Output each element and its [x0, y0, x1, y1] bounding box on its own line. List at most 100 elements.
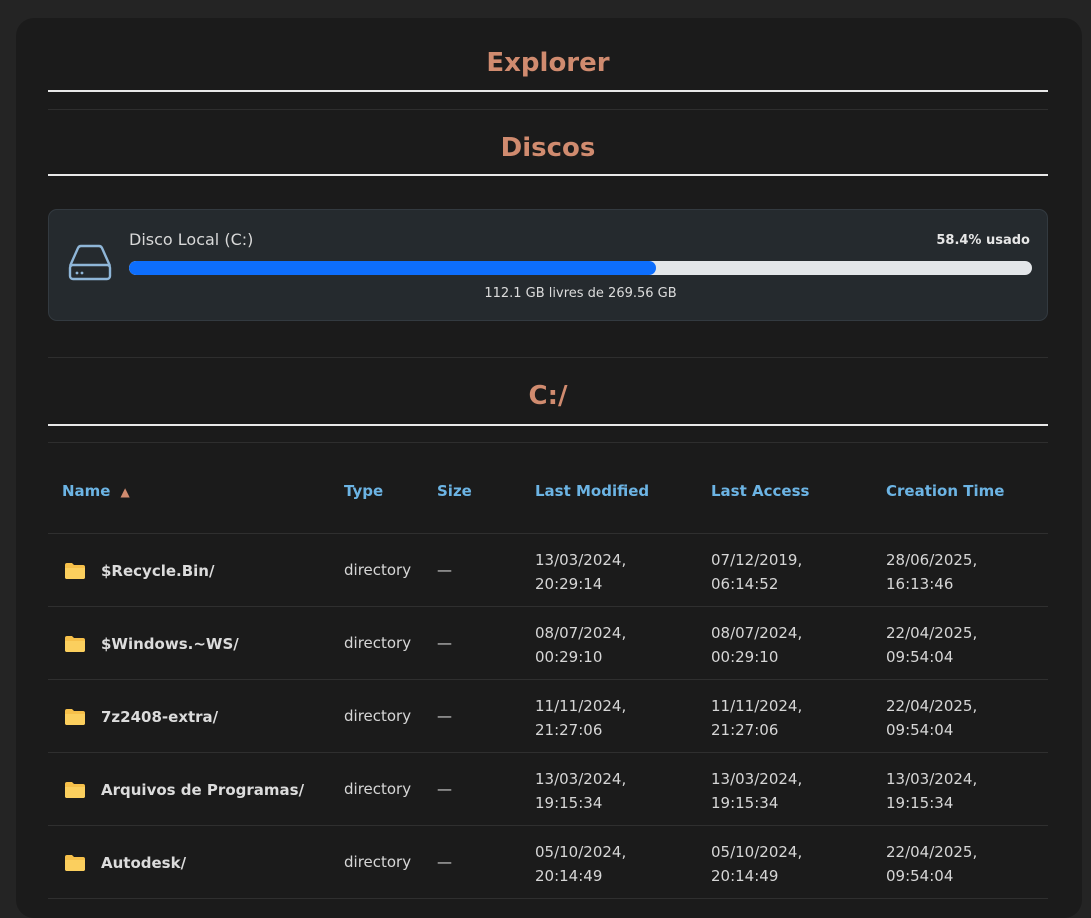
- path-underline: [48, 424, 1048, 426]
- date: 08/07/2024,: [535, 624, 627, 642]
- date: 22/04/2025,: [886, 624, 978, 642]
- file-name: $Recycle.Bin/: [101, 562, 215, 580]
- table-body: $Recycle.Bin/directory — 13/03/2024, 20:29:…: [48, 534, 1048, 899]
- file-type: directory: [344, 561, 412, 579]
- section-divider: [48, 442, 1048, 443]
- time: 20:29:14: [535, 575, 603, 593]
- creation-time: 28/06/2025, 16:13:46: [886, 548, 977, 596]
- disks-section-title: Discos: [500, 133, 596, 163]
- folder-icon: [65, 562, 85, 579]
- column-header-size[interactable]: Size: [437, 482, 472, 500]
- date: 22/04/2025,: [886, 843, 978, 861]
- column-header-label: Name: [62, 482, 111, 500]
- date: 11/11/2024,: [711, 697, 803, 715]
- time: 06:14:52: [711, 575, 779, 593]
- disk-name: Disco Local (C:): [129, 230, 254, 249]
- disk-usage-bar-fill: [129, 261, 657, 275]
- last-modified: 05/10/2024, 20:14:49: [535, 840, 626, 888]
- last-modified: 08/07/2024, 00:29:10: [535, 621, 626, 669]
- disk-usage-bar: [129, 261, 1032, 275]
- last-access: 08/07/2024, 00:29:10: [711, 621, 802, 669]
- time: 21:27:06: [711, 721, 779, 739]
- table-row[interactable]: Autodesk/directory — 05/10/2024, 20:14:49 05…: [48, 826, 1048, 899]
- time: 16:13:46: [886, 575, 954, 593]
- time: 09:54:04: [886, 648, 954, 666]
- time: 09:54:04: [886, 867, 954, 885]
- file-name: Autodesk/: [101, 854, 187, 872]
- title-underline: [48, 90, 1048, 92]
- path-title: C:/: [528, 381, 568, 411]
- time: 19:15:34: [711, 794, 779, 812]
- section-divider: [48, 357, 1048, 358]
- creation-time: 22/04/2025, 09:54:04: [886, 621, 977, 669]
- file-name: $Windows.~WS/: [101, 635, 239, 653]
- date: 13/03/2024,: [886, 770, 978, 788]
- disk-card[interactable]: Disco Local (C:) 58.4% usado 112.1 GB li…: [48, 209, 1048, 321]
- last-access: 13/03/2024, 19:15:34: [711, 767, 802, 815]
- sort-ascending-icon: ▲: [120, 485, 130, 499]
- file-name-link[interactable]: Autodesk/: [65, 854, 186, 872]
- column-header-name[interactable]: Name ▲: [62, 482, 130, 500]
- section-divider: [48, 109, 1048, 110]
- file-size: —: [437, 561, 452, 579]
- folder-icon: [65, 708, 85, 725]
- time: 19:15:34: [886, 794, 954, 812]
- date: 13/03/2024,: [535, 551, 627, 569]
- date: 05/10/2024,: [711, 843, 803, 861]
- table-row[interactable]: Arquivos de Programas/directory — 13/03/20…: [48, 753, 1048, 826]
- time: 00:29:10: [535, 648, 603, 666]
- last-modified: 13/03/2024, 20:29:14: [535, 548, 626, 596]
- creation-time: 13/03/2024, 19:15:34: [886, 767, 977, 815]
- disk-usage-percent: 58.4% usado: [936, 233, 1030, 248]
- column-header-last-access[interactable]: Last Access: [711, 482, 809, 500]
- time: 00:29:10: [711, 648, 779, 666]
- date: 11/11/2024,: [535, 697, 627, 715]
- date: 08/07/2024,: [711, 624, 803, 642]
- folder-icon: [65, 635, 85, 652]
- date: 13/03/2024,: [535, 770, 627, 788]
- last-access: 05/10/2024, 20:14:49: [711, 840, 802, 888]
- time: 21:27:06: [535, 721, 603, 739]
- file-type: directory: [344, 707, 412, 725]
- column-header-type[interactable]: Type: [344, 482, 383, 500]
- file-name: Arquivos de Programas/: [101, 781, 305, 799]
- table-row[interactable]: 7z2408-extra/directory — 11/11/2024, 21:27:…: [48, 680, 1048, 753]
- time: 20:14:49: [535, 867, 603, 885]
- file-size: —: [437, 707, 452, 725]
- last-access: 07/12/2019, 06:14:52: [711, 548, 802, 596]
- file-type: directory: [344, 634, 412, 652]
- file-name-link[interactable]: $Recycle.Bin/: [65, 562, 214, 580]
- date: 28/06/2025,: [886, 551, 978, 569]
- disks-underline: [48, 174, 1048, 176]
- file-size: —: [437, 780, 452, 798]
- date: 05/10/2024,: [535, 843, 627, 861]
- file-name-link[interactable]: $Windows.~WS/: [65, 635, 239, 653]
- date: 07/12/2019,: [711, 551, 803, 569]
- last-modified: 11/11/2024, 21:27:06: [535, 694, 626, 742]
- file-type: directory: [344, 780, 412, 798]
- file-name-link[interactable]: Arquivos de Programas/: [65, 781, 304, 799]
- creation-time: 22/04/2025, 09:54:04: [886, 840, 977, 888]
- page-title: Explorer: [486, 48, 610, 78]
- column-header-last-modified[interactable]: Last Modified: [535, 482, 649, 500]
- time: 09:54:04: [886, 721, 954, 739]
- file-type: directory: [344, 853, 412, 871]
- folder-icon: [65, 854, 85, 871]
- file-size: —: [437, 853, 452, 871]
- file-size: —: [437, 634, 452, 652]
- column-header-creation-time[interactable]: Creation Time: [886, 482, 1004, 500]
- table-row[interactable]: $Recycle.Bin/directory — 13/03/2024, 20:29:…: [48, 534, 1048, 607]
- last-access: 11/11/2024, 21:27:06: [711, 694, 802, 742]
- hard-drive-icon: [68, 244, 112, 281]
- table-row[interactable]: $Windows.~WS/directory — 08/07/2024, 00:29:…: [48, 607, 1048, 680]
- folder-icon: [65, 781, 85, 798]
- disk-free-space: 112.1 GB livres de 269.56 GB: [484, 286, 677, 301]
- file-table: Name ▲ Type Size Last Modified Last Acces…: [48, 472, 1048, 899]
- last-modified: 13/03/2024, 19:15:34: [535, 767, 626, 815]
- time: 19:15:34: [535, 794, 603, 812]
- date: 22/04/2025,: [886, 697, 978, 715]
- file-name: 7z2408-extra/: [101, 708, 219, 726]
- explorer-panel: Explorer Discos Disco Local (C:) 58.4% u…: [16, 18, 1082, 918]
- file-name-link[interactable]: 7z2408-extra/: [65, 708, 218, 726]
- table-header: Name ▲ Type Size Last Modified Last Acces…: [48, 472, 1048, 534]
